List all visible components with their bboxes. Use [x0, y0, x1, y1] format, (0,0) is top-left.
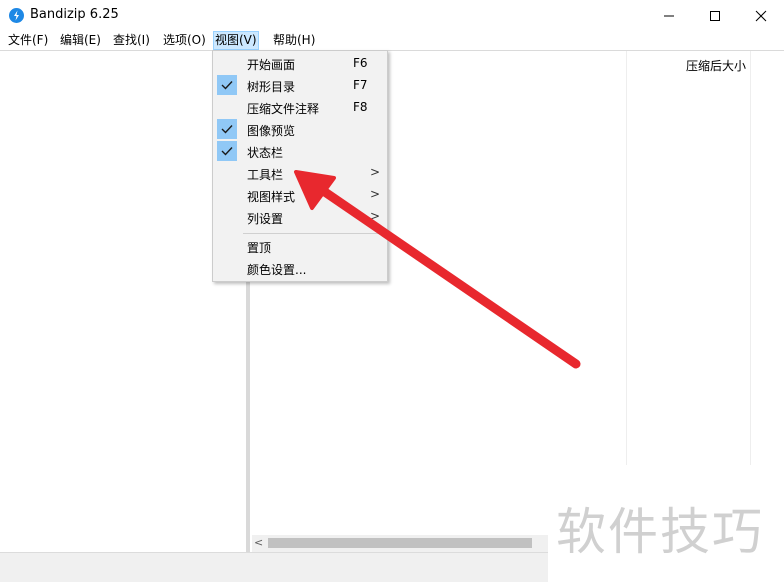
- menu-item-status-bar[interactable]: 状态栏: [213, 140, 387, 162]
- menu-file[interactable]: 文件(F): [7, 31, 49, 50]
- chevron-right-icon: >: [370, 165, 381, 179]
- watermark-text: 软件技巧: [556, 503, 764, 561]
- menu-item-label: 图像预览: [247, 124, 296, 138]
- column-header-compressed-size[interactable]: 压缩后大小: [686, 57, 746, 74]
- menu-item-tree-view[interactable]: 树形目录 F7: [213, 74, 387, 96]
- menu-view[interactable]: 视图(V): [213, 31, 259, 50]
- window-title: Bandizip 6.25: [30, 7, 119, 22]
- menu-item-label: 视图样式: [247, 190, 296, 204]
- menu-item-label: 压缩文件注释: [247, 102, 320, 116]
- menu-item-toolbar[interactable]: 工具栏 >: [213, 162, 387, 184]
- menu-options[interactable]: 选项(O): [162, 31, 207, 50]
- menu-item-archive-comment[interactable]: 压缩文件注释 F8: [213, 96, 387, 118]
- checkmark-icon: [217, 141, 237, 161]
- menu-item-label: 工具栏: [247, 168, 284, 182]
- scrollbar-thumb[interactable]: [268, 538, 532, 548]
- shortcut-label: F8: [353, 100, 368, 114]
- menu-edit[interactable]: 编辑(E): [59, 31, 102, 50]
- folder-tree-pane[interactable]: [0, 51, 246, 552]
- menu-item-label: 颜色设置...: [247, 263, 307, 277]
- view-dropdown-menu: 开始画面 F6 树形目录 F7 压缩文件注释 F8 图像预览 状态栏 工具栏 >…: [212, 50, 388, 282]
- chevron-right-icon: >: [370, 187, 381, 201]
- menu-item-image-preview[interactable]: 图像预览: [213, 118, 387, 140]
- close-icon: [755, 10, 767, 22]
- checkmark-icon: [217, 75, 237, 95]
- chevron-right-icon: >: [370, 209, 381, 223]
- column-divider[interactable]: [626, 51, 627, 465]
- menu-item-column-settings[interactable]: 列设置 >: [213, 206, 387, 228]
- minimize-icon: [664, 15, 674, 17]
- menu-item-label: 开始画面: [247, 58, 296, 72]
- close-button[interactable]: [738, 0, 784, 32]
- shortcut-label: F6: [353, 56, 368, 70]
- maximize-button[interactable]: [692, 0, 738, 32]
- menu-item-label: 列设置: [247, 212, 284, 226]
- bandizip-logo-icon: [9, 8, 24, 23]
- menu-help[interactable]: 帮助(H): [272, 31, 316, 50]
- menu-find[interactable]: 查找(I): [112, 31, 151, 50]
- column-divider[interactable]: [750, 51, 751, 465]
- menu-item-always-on-top[interactable]: 置顶: [213, 235, 387, 257]
- menu-item-label: 树形目录: [247, 80, 296, 94]
- menu-item-color-settings[interactable]: 颜色设置...: [213, 257, 387, 279]
- menu-item-view-style[interactable]: 视图样式 >: [213, 184, 387, 206]
- menu-item-label: 状态栏: [247, 146, 284, 160]
- menu-bar: 文件(F) 编辑(E) 查找(I) 选项(O) 视图(V) 帮助(H): [0, 30, 784, 50]
- checkmark-icon: [217, 119, 237, 139]
- menu-separator: [243, 233, 383, 234]
- scroll-left-icon[interactable]: <: [254, 536, 266, 550]
- title-bar: Bandizip 6.25: [0, 0, 784, 32]
- menu-item-label: 置顶: [247, 241, 272, 255]
- shortcut-label: F7: [353, 78, 368, 92]
- maximize-icon: [710, 11, 720, 21]
- minimize-button[interactable]: [646, 0, 692, 32]
- menu-item-start-screen[interactable]: 开始画面 F6: [213, 52, 387, 74]
